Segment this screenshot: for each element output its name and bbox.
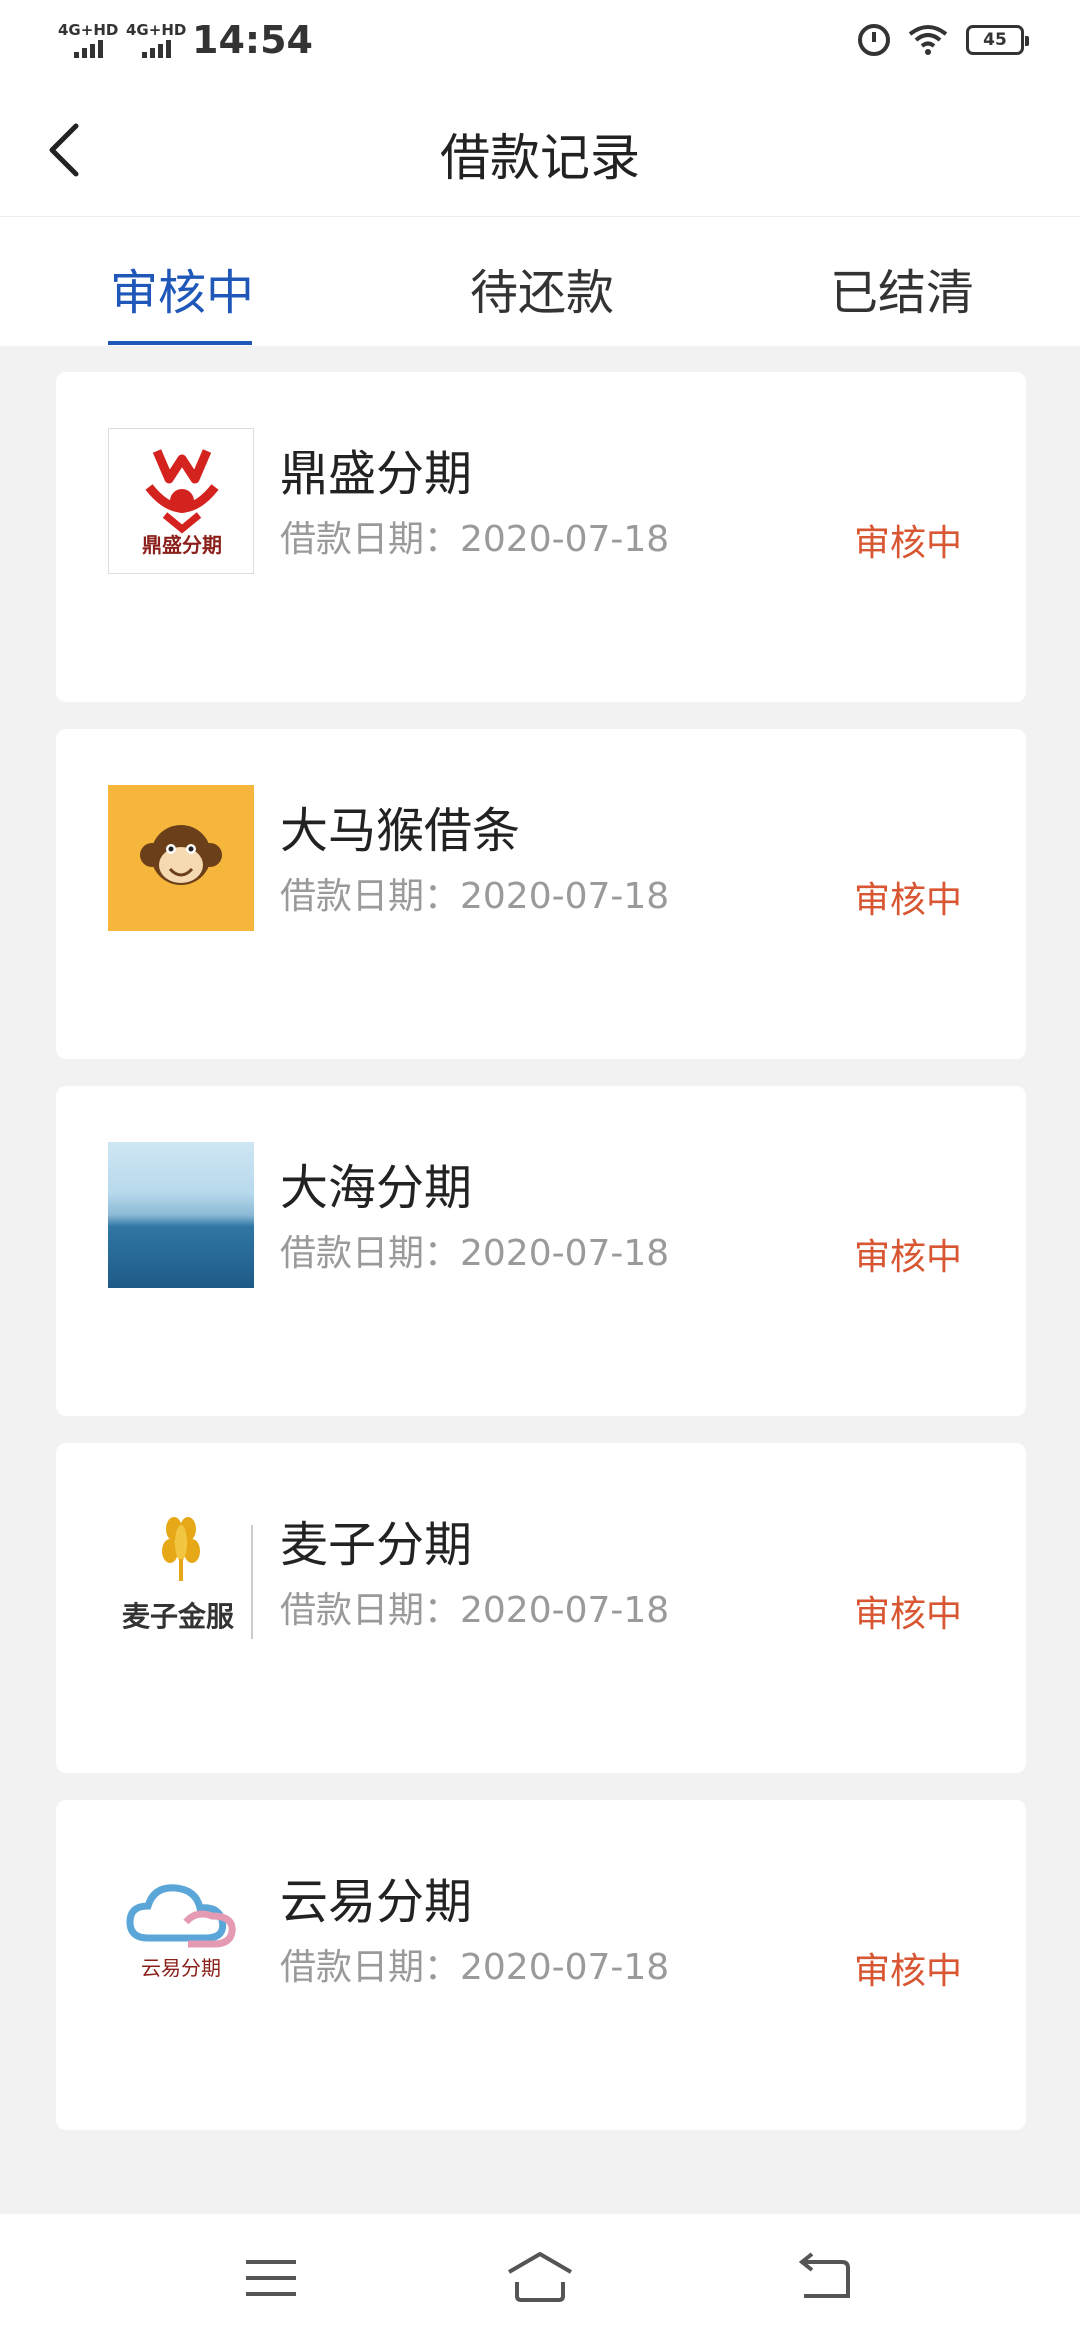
loan-card[interactable]: 鼎盛分期 鼎盛分期 借款日期：2020-07-18 审核中: [56, 372, 1026, 702]
alarm-icon: [858, 24, 890, 56]
loan-card[interactable]: 麦子金服 麦子分期 借款日期：2020-07-18 审核中: [56, 1443, 1026, 1773]
monkey-logo: [108, 785, 254, 931]
status-badge: 审核中: [853, 1951, 962, 1992]
home-button[interactable]: [505, 2248, 575, 2308]
tab-bar: 审核中 待还款 已结清: [0, 216, 1080, 346]
loan-date: 借款日期：2020-07-18: [280, 1233, 670, 1274]
loan-card[interactable]: 大海分期 借款日期：2020-07-18 审核中: [56, 1086, 1026, 1416]
back-icon: [798, 2252, 850, 2298]
cloud-logo: 云易分期: [108, 1856, 254, 2002]
status-time: 14:54: [192, 18, 313, 62]
sea-logo: [108, 1142, 254, 1288]
status-badge: 审核中: [853, 1237, 962, 1278]
back-nav-button[interactable]: [790, 2248, 860, 2308]
home-icon: [507, 2252, 573, 2302]
tab-indicator: [108, 341, 252, 345]
menu-button[interactable]: [236, 2248, 306, 2308]
wheat-logo: 麦子金服: [108, 1499, 254, 1645]
wheat-logo-text: 麦子金服: [121, 1600, 234, 1633]
loan-date: 借款日期：2020-07-18: [280, 876, 670, 917]
status-badge: 审核中: [853, 1594, 962, 1635]
lender-name: 大马猴借条: [280, 803, 521, 859]
nav-bar: 借款记录: [0, 84, 1080, 216]
cloud-logo-text: 云易分期: [141, 1956, 221, 1980]
status-bar: 4G+HD 4G+HD 14:54 45: [0, 0, 1080, 84]
dingsheng-logo: 鼎盛分期: [108, 428, 254, 574]
signal-icon-2: 4G+HD: [126, 22, 186, 58]
page-title: 借款记录: [440, 129, 640, 187]
lender-name: 鼎盛分期: [280, 446, 473, 502]
loan-date: 借款日期：2020-07-18: [280, 1590, 670, 1631]
lender-name: 云易分期: [280, 1874, 473, 1930]
signal-icon: 4G+HD: [58, 22, 118, 58]
network-type: 4G+HD: [58, 21, 119, 39]
lender-name: 大海分期: [280, 1160, 473, 1216]
loan-card[interactable]: 云易分期 云易分期 借款日期：2020-07-18 审核中: [56, 1800, 1026, 2130]
status-badge: 审核中: [853, 880, 962, 921]
wifi-icon: [908, 25, 948, 55]
dingsheng-logo-text: 鼎盛分期: [142, 533, 222, 557]
menu-icon: [246, 2260, 296, 2296]
tab-settled[interactable]: 已结清: [830, 253, 974, 323]
loan-date: 借款日期：2020-07-18: [280, 519, 670, 560]
status-badge: 审核中: [853, 523, 962, 564]
tab-reviewing[interactable]: 审核中: [110, 253, 254, 323]
system-nav-bar: [0, 2214, 1080, 2340]
network-type-2: 4G+HD: [126, 21, 187, 39]
loan-list: 鼎盛分期 鼎盛分期 借款日期：2020-07-18 审核中 大马猴借条 借款日期…: [56, 372, 1026, 2157]
battery-icon: 45: [966, 25, 1029, 55]
tab-pending-repayment[interactable]: 待还款: [470, 253, 614, 323]
loan-date: 借款日期：2020-07-18: [280, 1947, 670, 1988]
lender-name: 麦子分期: [280, 1517, 473, 1573]
loan-card[interactable]: 大马猴借条 借款日期：2020-07-18 审核中: [56, 729, 1026, 1059]
